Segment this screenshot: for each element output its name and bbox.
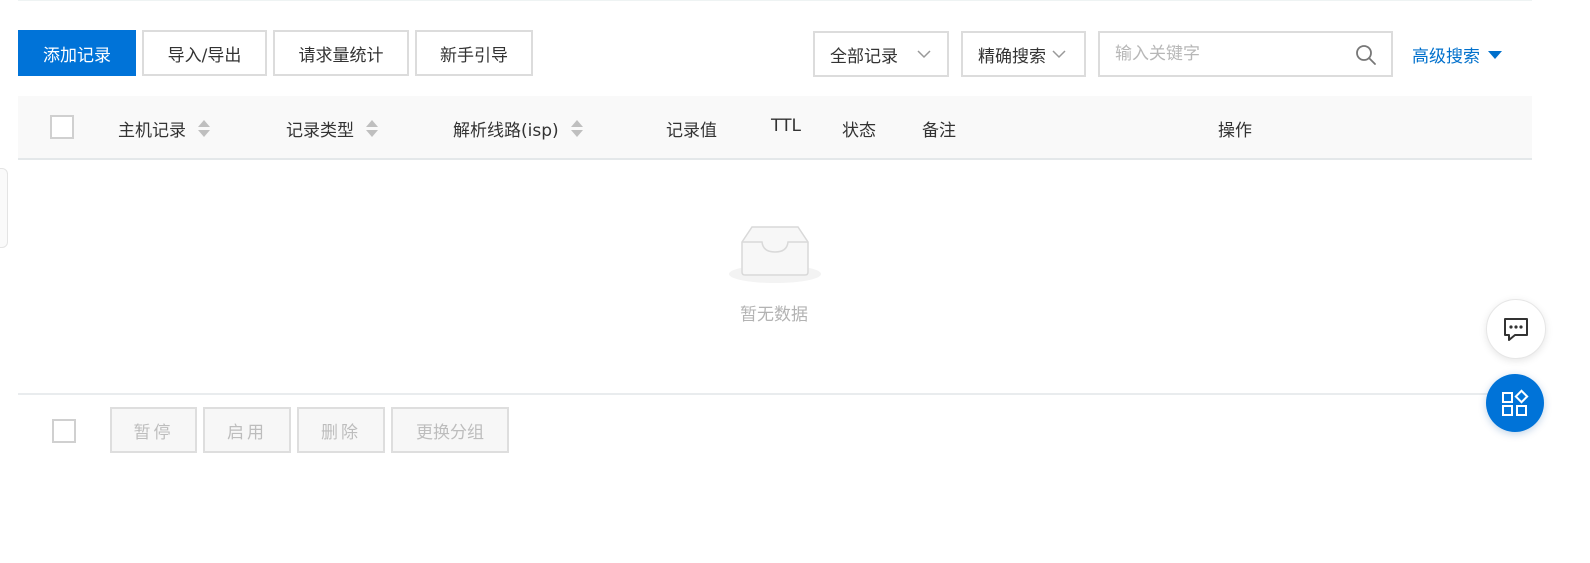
search-input[interactable] xyxy=(1115,33,1345,75)
column-value-label: 记录值 xyxy=(666,121,717,141)
column-line-label: 解析线路(isp) xyxy=(453,121,559,141)
chat-icon xyxy=(1504,318,1528,341)
pause-button[interactable]: 暂停 xyxy=(110,407,197,453)
column-status: 状态 xyxy=(842,116,876,141)
search-icon[interactable] xyxy=(1355,44,1377,66)
chevron-down-icon xyxy=(917,50,931,59)
chevron-down-icon xyxy=(1052,50,1066,59)
table-bottom-divider xyxy=(18,393,1532,395)
empty-state-text: 暂无数据 xyxy=(740,305,808,325)
search-box xyxy=(1098,31,1393,77)
advanced-search-label: 高级搜索 xyxy=(1412,47,1480,67)
top-divider xyxy=(18,0,1532,1)
sort-icon[interactable] xyxy=(570,120,583,137)
column-remark: 备注 xyxy=(922,116,956,141)
column-host: 主机记录 xyxy=(118,116,210,141)
record-filter-select[interactable]: 全部记录 xyxy=(813,31,949,77)
side-collapse-tab[interactable] xyxy=(0,168,8,248)
record-filter-value: 全部记录 xyxy=(830,46,898,67)
column-ttl: TTL xyxy=(771,116,801,136)
sort-icon[interactable] xyxy=(366,120,378,137)
enable-button[interactable]: 启用 xyxy=(203,407,291,453)
request-stats-button[interactable]: 请求量统计 xyxy=(273,30,409,76)
advanced-search-link[interactable]: 高级搜索 xyxy=(1412,42,1502,67)
add-record-button[interactable]: 添加记录 xyxy=(18,30,136,76)
search-mode-value: 精确搜索 xyxy=(978,46,1046,67)
sort-icon[interactable] xyxy=(198,120,210,137)
column-status-label: 状态 xyxy=(842,121,876,141)
column-ttl-label: TTL xyxy=(771,116,801,136)
beginner-guide-button[interactable]: 新手引导 xyxy=(415,30,533,76)
search-mode-select[interactable]: 精确搜索 xyxy=(961,31,1086,77)
change-group-button[interactable]: 更换分组 xyxy=(391,407,509,453)
column-host-label: 主机记录 xyxy=(118,121,186,141)
column-actions: 操作 xyxy=(1218,116,1252,141)
empty-inbox-icon xyxy=(729,226,821,283)
column-type-label: 记录类型 xyxy=(286,121,354,141)
import-export-button[interactable]: 导入/导出 xyxy=(142,30,267,76)
chat-float-button[interactable] xyxy=(1486,299,1546,359)
column-remark-label: 备注 xyxy=(922,121,956,141)
delete-button[interactable]: 删除 xyxy=(297,407,385,453)
table-header: 主机记录 记录类型 解析线路(isp) 记录值 TTL 状态 备注 操作 xyxy=(18,96,1532,160)
column-type: 记录类型 xyxy=(286,116,378,141)
column-actions-label: 操作 xyxy=(1218,121,1252,141)
caret-down-icon xyxy=(1488,50,1502,59)
apps-float-button[interactable] xyxy=(1486,374,1544,432)
column-line: 解析线路(isp) xyxy=(453,116,583,141)
column-value: 记录值 xyxy=(666,116,717,141)
select-all-checkbox[interactable] xyxy=(50,115,74,139)
apps-icon xyxy=(1502,389,1529,416)
batch-select-checkbox[interactable] xyxy=(52,419,76,443)
